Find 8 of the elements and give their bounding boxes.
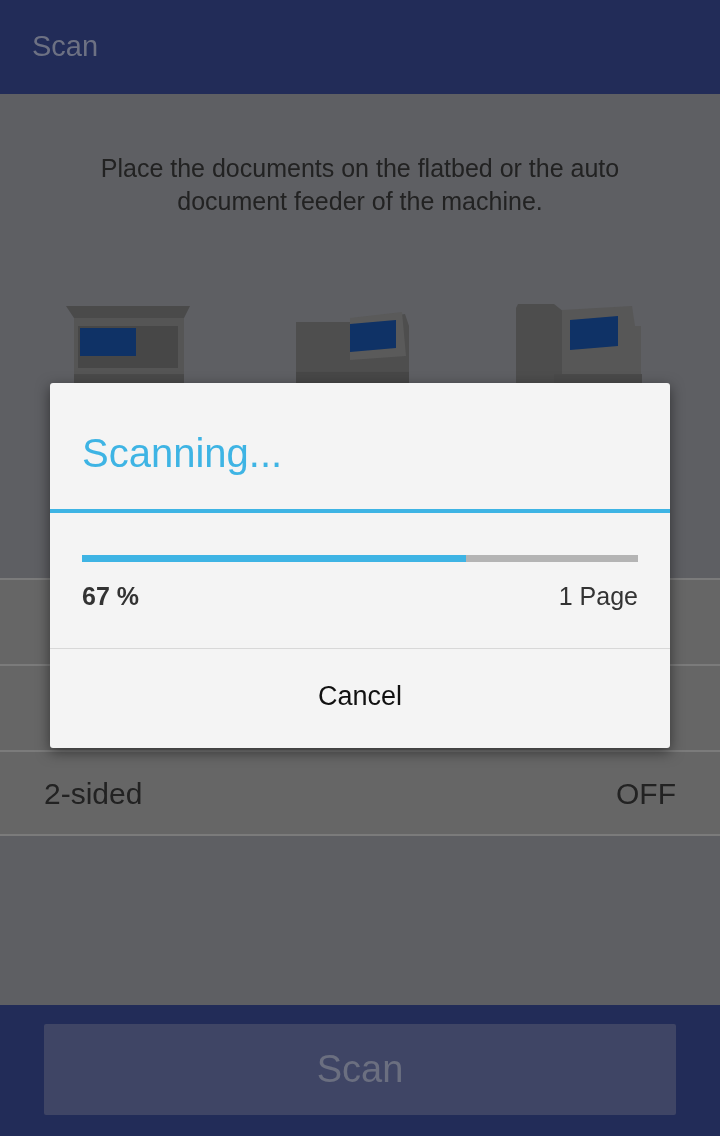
app-title: Scan [32, 29, 99, 65]
percent-text: 67 % [82, 581, 139, 612]
instruction-text: Place the documents on the flatbed or the auto document feeder of the machine. [99, 153, 621, 217]
setting-value: OFF [616, 775, 676, 812]
page-count: 1 Page [558, 581, 638, 612]
dialog-title: Scanning... [50, 383, 670, 513]
cancel-button[interactable]: Cancel [50, 648, 670, 743]
setting-label: 2-sided [44, 775, 143, 812]
